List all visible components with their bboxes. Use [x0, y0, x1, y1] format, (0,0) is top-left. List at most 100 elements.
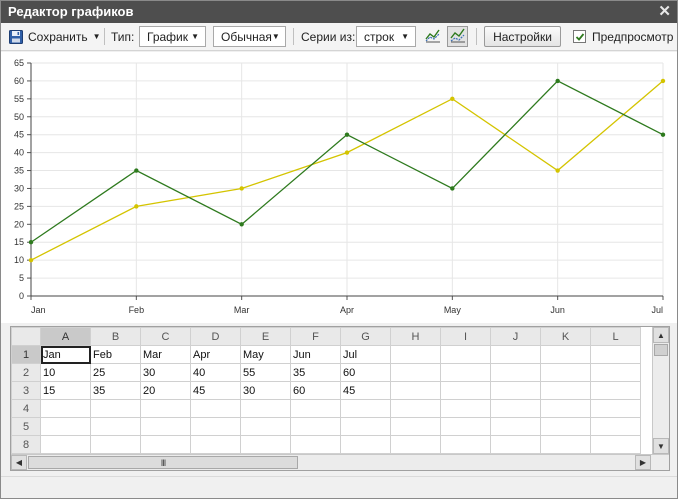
sheet-cell[interactable]: Jun — [290, 345, 341, 364]
column-header-f[interactable]: F — [290, 327, 341, 346]
sheet-cell[interactable] — [540, 363, 591, 382]
series-rows-button[interactable] — [422, 26, 443, 47]
row-header[interactable]: 5 — [11, 417, 41, 436]
sheet-cell[interactable] — [440, 435, 491, 454]
sheet-cell[interactable] — [590, 381, 641, 400]
sheet-cell[interactable] — [490, 345, 541, 364]
row-header[interactable]: 8 — [11, 435, 41, 454]
sheet-cell[interactable]: 35 — [290, 363, 341, 382]
column-header-e[interactable]: E — [240, 327, 291, 346]
vertical-scroll-thumb[interactable] — [654, 344, 668, 356]
sheet-cell[interactable]: 60 — [340, 363, 391, 382]
sheet-cell[interactable] — [490, 435, 541, 454]
scroll-left-icon[interactable]: ◀ — [11, 455, 27, 470]
sheet-cell[interactable] — [490, 381, 541, 400]
sheet-cell[interactable] — [40, 399, 91, 418]
sheet-cell[interactable] — [390, 417, 441, 436]
sheet-cell[interactable] — [190, 399, 241, 418]
sheet-cell[interactable] — [440, 381, 491, 400]
sheet-cell[interactable]: Mar — [140, 345, 191, 364]
column-header-h[interactable]: H — [390, 327, 441, 346]
sheet-cell[interactable] — [590, 363, 641, 382]
sheet-cell[interactable] — [490, 363, 541, 382]
sheet-cell[interactable] — [540, 345, 591, 364]
sheet-cell[interactable] — [40, 417, 91, 436]
sheet-cell[interactable] — [440, 345, 491, 364]
sheet-cell[interactable] — [90, 417, 141, 436]
sheet-cell[interactable]: 30 — [140, 363, 191, 382]
sheet-cell[interactable] — [240, 417, 291, 436]
sheet-cell[interactable] — [90, 435, 141, 454]
sheet-cell[interactable]: 10 — [40, 363, 91, 382]
settings-button[interactable]: Настройки — [484, 26, 561, 47]
column-header-b[interactable]: B — [90, 327, 141, 346]
sheet-cell[interactable] — [540, 399, 591, 418]
sheet-cell[interactable] — [540, 417, 591, 436]
sheet-cell[interactable] — [490, 399, 541, 418]
sheet-cell[interactable]: 35 — [90, 381, 141, 400]
sheet-cell[interactable] — [190, 417, 241, 436]
sheet-cell[interactable]: 60 — [290, 381, 341, 400]
sheet-cell[interactable] — [240, 435, 291, 454]
sheet-cell[interactable]: May — [240, 345, 291, 364]
scroll-right-icon[interactable]: ▶ — [635, 455, 651, 470]
sheet-cell[interactable] — [590, 399, 641, 418]
sheet-cell[interactable] — [590, 417, 641, 436]
vertical-scrollbar[interactable]: ▲ ▼ — [652, 327, 669, 454]
preview-toggle[interactable]: Предпросмотр — [573, 26, 673, 47]
column-header-k[interactable]: K — [540, 327, 591, 346]
sheet-cell[interactable] — [290, 435, 341, 454]
sheet-cell[interactable]: 45 — [190, 381, 241, 400]
sheet-cell[interactable] — [390, 363, 441, 382]
sheet-cell[interactable] — [40, 435, 91, 454]
sheet-cell[interactable] — [340, 399, 391, 418]
chart-subtype-select[interactable]: Обычная ▼ — [213, 26, 286, 47]
row-header[interactable]: 3 — [11, 381, 41, 400]
preview-checkbox[interactable] — [573, 30, 586, 43]
row-header[interactable]: 1 — [11, 345, 41, 364]
sheet-cell[interactable] — [590, 435, 641, 454]
sheet-cell[interactable]: 25 — [90, 363, 141, 382]
sheet-cell[interactable] — [390, 381, 441, 400]
sheet-cell[interactable] — [240, 399, 291, 418]
save-button[interactable]: Сохранить ▼ — [8, 26, 101, 47]
close-icon[interactable]: ✕ — [658, 2, 671, 20]
sheet-cell[interactable] — [140, 435, 191, 454]
sheet-cell[interactable] — [140, 417, 191, 436]
sheet-cell[interactable] — [540, 435, 591, 454]
sheet-cell[interactable]: 40 — [190, 363, 241, 382]
chart-type-select[interactable]: График ▼ — [139, 26, 206, 47]
sheet-cell[interactable] — [90, 399, 141, 418]
sheet-cell[interactable]: Jul — [340, 345, 391, 364]
column-header-j[interactable]: J — [490, 327, 541, 346]
sheet-cell[interactable]: Apr — [190, 345, 241, 364]
sheet-cell[interactable] — [590, 345, 641, 364]
sheet-cell[interactable] — [290, 417, 341, 436]
column-header-a[interactable]: A — [40, 327, 91, 346]
sheet-cell[interactable]: 20 — [140, 381, 191, 400]
sheet-cell[interactable] — [440, 417, 491, 436]
horizontal-scroll-thumb[interactable]: III — [28, 456, 298, 469]
sheet-cell[interactable]: 55 — [240, 363, 291, 382]
sheet-cell[interactable] — [190, 435, 241, 454]
sheet-cell[interactable] — [290, 399, 341, 418]
sheet-cell[interactable] — [390, 435, 441, 454]
sheet-cell[interactable]: 45 — [340, 381, 391, 400]
sheet-cell[interactable] — [440, 363, 491, 382]
sheet-cell[interactable] — [340, 435, 391, 454]
column-header-g[interactable]: G — [340, 327, 391, 346]
series-from-select[interactable]: строк ▼ — [356, 26, 416, 47]
sheet-cell[interactable]: Jan — [40, 345, 91, 364]
sheet-cell[interactable]: Feb — [90, 345, 141, 364]
sheet-cell[interactable]: 15 — [40, 381, 91, 400]
horizontal-scrollbar[interactable]: ◀ III ▶ — [11, 454, 669, 470]
sheet-cell[interactable] — [340, 417, 391, 436]
sheet-cell[interactable] — [140, 399, 191, 418]
row-header[interactable]: 2 — [11, 363, 41, 382]
sheet-corner[interactable] — [11, 327, 41, 346]
scroll-up-icon[interactable]: ▲ — [653, 327, 669, 343]
column-header-l[interactable]: L — [590, 327, 641, 346]
sheet-cell[interactable] — [440, 399, 491, 418]
sheet-cell[interactable] — [390, 345, 441, 364]
series-columns-button[interactable] — [447, 26, 468, 47]
